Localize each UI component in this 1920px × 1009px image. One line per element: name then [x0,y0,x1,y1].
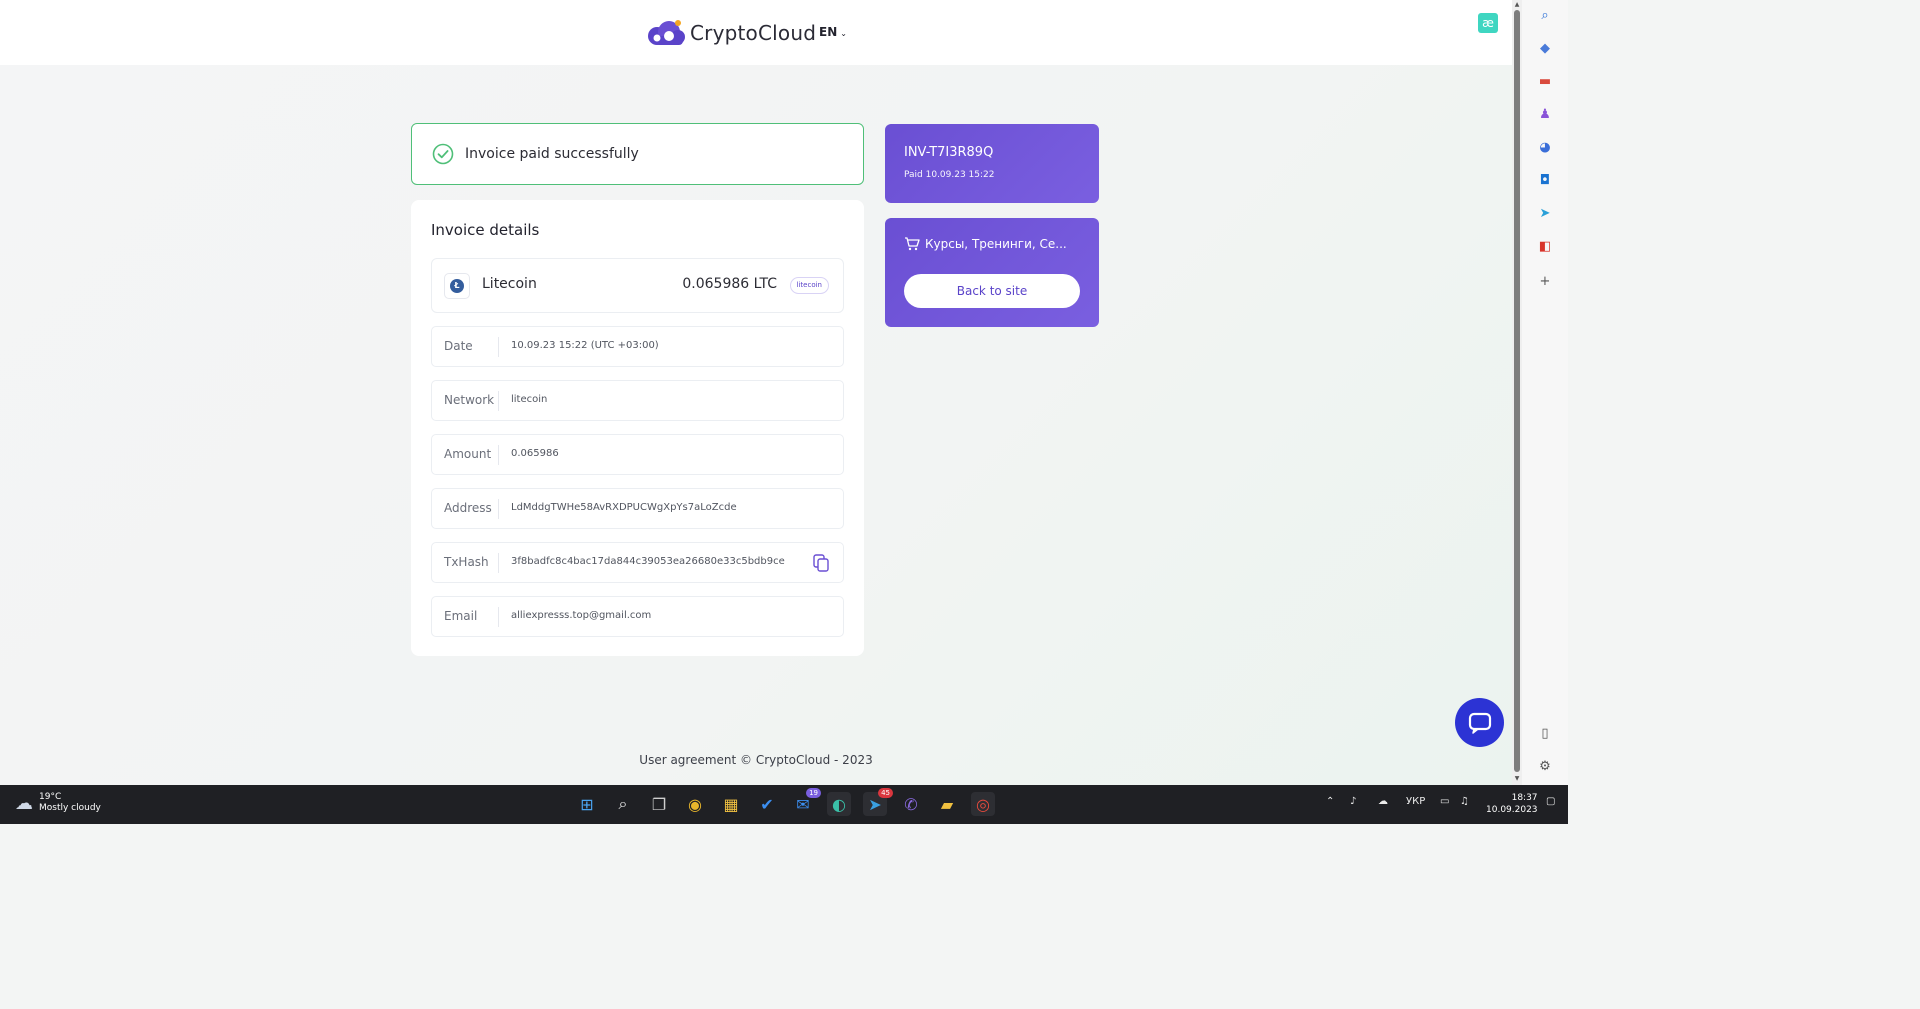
clock-time: 18:37 [1511,793,1538,803]
field-value[interactable]: 0.065986 [511,448,559,459]
notification-icon[interactable]: ▢ [1546,796,1555,807]
field-txhash: TxHash 3f8badfc8c4bac17da844c39053ea2668… [431,542,844,583]
clock[interactable]: 18:37 10.09.2023 [1486,792,1538,816]
invoice-details-card: Invoice details Ł Litecoin 0.065986 LTC … [411,200,864,656]
scroll-down-arrow[interactable]: ▼ [1512,774,1522,784]
field-label: TxHash [444,555,489,569]
field-value[interactable]: 3f8badfc8c4bac17da844c39053ea26680e33c5b… [511,556,785,567]
field-value[interactable]: 10.09.23 15:22 (UTC +03:00) [511,340,659,351]
chevron-up-icon[interactable]: ⌃ [1326,796,1334,807]
edge-icon[interactable]: ◐ [827,792,851,816]
telegram-badge: 45 [878,788,893,798]
cart-icon [905,237,920,251]
browser-page: CryptoCloud EN ⌄ æ Invoice paid successfu… [0,0,1512,785]
outlook-icon[interactable]: ◘ [1537,173,1553,189]
invoice-details-title: Invoice details [431,221,540,239]
telegram-icon[interactable]: ➤ 45 [863,788,893,816]
shop-title: Курсы, Тренинги, Се... [904,237,1084,251]
speaker-icon[interactable]: ♪ [1350,796,1356,807]
mail-icon[interactable]: ✉ 19 [791,788,821,816]
tag-icon[interactable]: ◆ [1537,41,1553,57]
office-icon[interactable]: ◧ [1537,239,1553,255]
onedrive-icon[interactable]: ☁ [1378,796,1388,807]
send-icon[interactable]: ➤ [1537,206,1553,222]
toolbox-icon[interactable]: ▬ [1537,74,1553,90]
field-label: Address [444,501,492,515]
field-email: Email alliexpresss.top@gmail.com [431,596,844,637]
brand-name: CryptoCloud [690,20,817,45]
field-divider [498,607,499,627]
field-divider [498,499,499,519]
people-icon[interactable]: ♟ [1537,107,1553,123]
chevron-down-icon: ⌄ [840,29,847,38]
app-icon[interactable]: ◎ [971,792,995,816]
field-amount: Amount 0.065986 [431,434,844,475]
search-icon[interactable]: ⌕ [1537,8,1553,24]
field-label: Amount [444,447,492,461]
shop-card: Курсы, Тренинги, Се... Back to site [885,218,1099,327]
coin-row: Ł Litecoin 0.065986 LTC litecoin [431,258,844,313]
language-label: EN [819,25,838,39]
taskbar: ☁ 19°C Mostly cloudy ⊞ ⌕ ❐ ◉ ▦ ✔ ✉ 19 ◐ ➤… [0,785,1568,824]
language-selector[interactable]: EN ⌄ [819,25,847,39]
shop-name: Курсы, Тренинги, Се... [925,237,1067,251]
footer-text[interactable]: User agreement © CryptoCloud - 2023 [0,753,1512,767]
scrollbar-thumb[interactable] [1514,10,1520,772]
field-value[interactable]: alliexpresss.top@gmail.com [511,610,651,621]
volume-icon[interactable]: ♫ [1460,796,1469,807]
input-language[interactable]: УКР [1406,796,1425,807]
add-icon[interactable]: + [1537,274,1553,290]
field-divider [498,391,499,411]
todo-icon[interactable]: ✔ [755,792,779,816]
coin-amount: 0.065986 LTC [682,276,777,292]
success-message: Invoice paid successfully [465,146,639,162]
success-banner: Invoice paid successfully [411,123,864,185]
search-icon[interactable]: ⌕ [611,792,635,816]
field-divider [498,445,499,465]
field-label: Email [444,609,478,623]
gear-icon[interactable]: ⚙ [1537,759,1553,775]
paid-timestamp: Paid 10.09.23 15:22 [904,170,995,180]
field-value[interactable]: LdMddgTWHe58AvRXDPUCWgXpYs7aLoZcde [511,502,737,513]
invoice-id-card: INV-T7I3R89Q Paid 10.09.23 15:22 [885,124,1099,203]
brand-logo[interactable]: CryptoCloud [646,19,816,46]
mail-badge: 19 [806,788,821,798]
start-icon[interactable]: ⊞ [575,792,599,816]
cloud-icon: ☁ [15,792,33,814]
site-header: CryptoCloud EN ⌄ æ [0,0,1512,65]
chrome-icon[interactable]: ◉ [683,792,707,816]
weather-desc: Mostly cloudy [39,803,101,813]
sidebar-panel-icon[interactable]: ▯ [1537,726,1553,742]
field-label: Network [444,393,495,407]
viber-icon[interactable]: ✆ [899,792,923,816]
store-icon[interactable]: ▦ [719,792,743,816]
extension-icon[interactable]: æ [1478,13,1498,33]
copilot-icon[interactable]: ◕ [1537,140,1553,156]
chat-bubble-icon [1468,712,1491,734]
browser-sidebar: ⌕ ◆ ▬ ♟ ◕ ◘ ➤ ◧ + ▯ ⚙ [1522,0,1568,785]
back-to-site-button[interactable]: Back to site [904,274,1080,308]
task-view-icon[interactable]: ❐ [647,792,671,816]
cloud-logo-icon [648,20,685,45]
field-divider [498,337,499,357]
clock-date: 10.09.2023 [1486,805,1538,815]
check-circle-icon [432,143,454,165]
coin-name: Litecoin [482,276,537,292]
field-network: Network litecoin [431,380,844,421]
field-divider [498,553,499,573]
invoice-id[interactable]: INV-T7I3R89Q [904,145,993,160]
field-value[interactable]: litecoin [511,394,547,405]
weather-temp: 19°C [39,792,62,802]
scroll-up-arrow[interactable]: ▲ [1512,0,1522,10]
litecoin-icon: Ł [444,273,470,299]
network-icon[interactable]: ▭ [1440,796,1449,807]
field-date: Date 10.09.23 15:22 (UTC +03:00) [431,326,844,367]
folder-icon[interactable]: ▰ [935,792,959,816]
copy-icon[interactable] [813,554,829,572]
field-label: Date [444,339,473,353]
field-address: Address LdMddgTWHe58AvRXDPUCWgXpYs7aLoZc… [431,488,844,529]
chat-button[interactable] [1455,698,1504,747]
network-badge: litecoin [789,277,829,294]
weather-widget[interactable]: ☁ 19°C Mostly cloudy [15,792,101,814]
